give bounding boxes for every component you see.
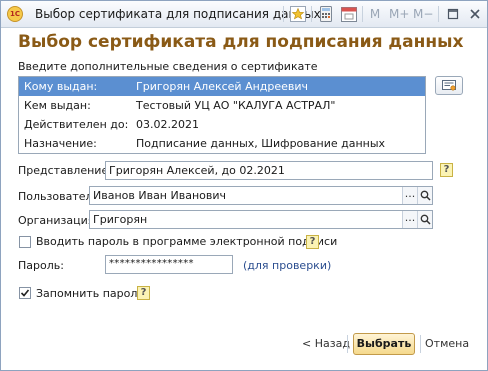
toolbar-separator (438, 6, 439, 22)
memory-plus-button[interactable]: M+ (389, 6, 409, 22)
button-separator (347, 335, 348, 353)
user-search-button[interactable] (417, 187, 432, 204)
cert-info-label: Введите дополнительные сведения о сертиф… (18, 60, 318, 73)
page-title: Выбор сертификата для подписания данных (18, 32, 464, 52)
password-label: Пароль: (18, 259, 64, 272)
favorite-icon[interactable] (290, 6, 306, 22)
certificate-details-table[interactable]: Кому выдан: Григорян Алексей Андреевич К… (18, 76, 426, 154)
close-icon[interactable] (467, 6, 483, 22)
user-input[interactable]: Иванов Иван Иванович (89, 186, 433, 205)
toolbar-separator (362, 6, 363, 22)
check-password-link[interactable]: (для проверки) (243, 259, 331, 272)
enter-password-in-app-label: Вводить пароль в программе электронной п… (36, 235, 338, 248)
title-bar: 1С Выбор сертификата для подписания данн… (1, 1, 487, 28)
toolbar-separator (311, 6, 312, 22)
row-key: Действителен до: (24, 118, 129, 131)
table-row[interactable]: Кем выдан: Тестовый УЦ АО "КАЛУГА АСТРАЛ… (19, 96, 425, 115)
app-logo-icon: 1С (7, 6, 23, 22)
checkmark-icon (20, 289, 30, 297)
password-input[interactable]: **************** (105, 255, 233, 274)
row-value: Тестовый УЦ АО "КАЛУГА АСТРАЛ" (136, 99, 336, 112)
representation-input[interactable]: Григорян Алексей, до 02.2021 (105, 161, 433, 180)
row-key: Кому выдан: (24, 80, 98, 93)
calculator-icon[interactable] (318, 6, 334, 22)
remember-password-checkbox[interactable] (19, 287, 31, 299)
table-row[interactable]: Назначение: Подписание данных, Шифровани… (19, 134, 425, 153)
dialog-window: 1С Выбор сертификата для подписания данн… (0, 0, 488, 371)
table-row[interactable]: Кому выдан: Григорян Алексей Андреевич (19, 77, 425, 96)
certificate-icon (442, 80, 456, 91)
organization-value: Григорян (93, 213, 148, 226)
user-value: Иванов Иван Иванович (93, 189, 226, 202)
open-certificate-button[interactable] (435, 76, 463, 95)
representation-label: Представление: (18, 164, 112, 177)
maximize-icon[interactable] (445, 6, 461, 22)
row-key: Кем выдан: (24, 99, 91, 112)
organization-label: Организация: (18, 214, 99, 227)
cancel-button[interactable]: Отмена (425, 337, 469, 350)
back-button[interactable]: < Назад (302, 337, 350, 350)
remember-password-label: Запомнить пароль (36, 287, 144, 300)
row-value: Подписание данных, Шифрование данных (136, 137, 386, 150)
search-icon (420, 190, 431, 201)
row-value: Григорян Алексей Андреевич (136, 80, 309, 93)
window-title: Выбор сертификата для подписания данных (35, 7, 321, 21)
help-icon[interactable]: ? (440, 163, 453, 177)
search-icon (420, 214, 431, 225)
organization-choose-button[interactable]: ... (402, 211, 417, 228)
button-separator (420, 335, 421, 353)
memory-minus-button[interactable]: M− (413, 6, 433, 22)
help-icon[interactable]: ? (306, 235, 319, 249)
user-choose-button[interactable]: ... (402, 187, 417, 204)
table-row[interactable]: Действителен до: 03.02.2021 (19, 115, 425, 134)
organization-input[interactable]: Григорян (89, 210, 433, 229)
toolbar-separator (283, 6, 284, 22)
row-key: Назначение: (24, 137, 97, 150)
select-button[interactable]: Выбрать (353, 333, 415, 355)
organization-search-button[interactable] (417, 211, 432, 228)
enter-password-in-app-checkbox[interactable] (19, 236, 31, 248)
row-value: 03.02.2021 (136, 118, 199, 131)
calendar-icon[interactable] (341, 6, 357, 22)
help-icon[interactable]: ? (137, 286, 150, 300)
memory-button[interactable]: M (369, 6, 381, 22)
